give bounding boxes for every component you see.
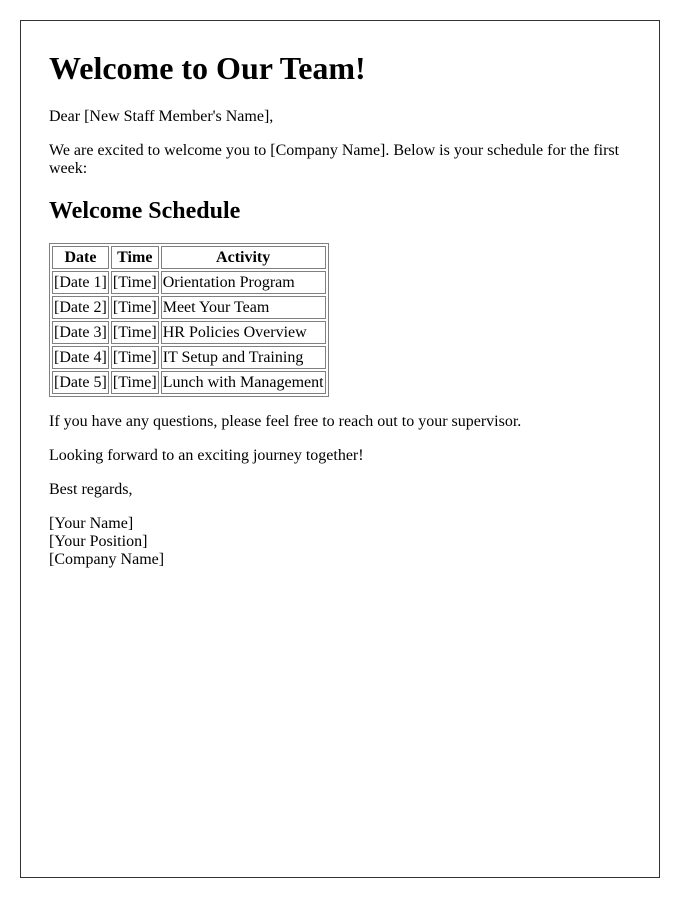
table-row: [Date 3] [Time] HR Policies Overview [52, 321, 326, 344]
cell-time: [Time] [110, 371, 159, 394]
closing-line: Looking forward to an exciting journey t… [49, 447, 364, 464]
signature-name: [Your Name] [49, 515, 134, 532]
greeting: Dear [New Staff Member's Name], [49, 108, 274, 125]
questions-paragraph: If you have any questions, please feel f… [49, 413, 522, 430]
cell-time: [Time] [110, 346, 159, 369]
signature-block: [Your Name] [Your Position] [Company Nam… [49, 515, 631, 569]
header-time: Time [110, 246, 159, 269]
cell-activity: Lunch with Management [160, 371, 326, 394]
header-activity: Activity [160, 246, 326, 269]
table-row: [Date 5] [Time] Lunch with Management [52, 371, 326, 394]
signature-company: [Company Name] [49, 551, 165, 568]
signature-position: [Your Position] [49, 533, 148, 550]
intro-paragraph: We are excited to welcome you to [Compan… [49, 142, 620, 177]
header-date: Date [52, 246, 109, 269]
table-header-row: Date Time Activity [52, 246, 326, 269]
table-row: [Date 4] [Time] IT Setup and Training [52, 346, 326, 369]
cell-activity: HR Policies Overview [160, 321, 326, 344]
cell-activity: Meet Your Team [160, 296, 326, 319]
cell-time: [Time] [110, 296, 159, 319]
cell-date: [Date 5] [52, 371, 109, 394]
cell-activity: IT Setup and Training [160, 346, 326, 369]
table-row: [Date 2] [Time] Meet Your Team [52, 296, 326, 319]
schedule-heading: Welcome Schedule [49, 198, 241, 224]
letter-title: Welcome to Our Team! [49, 50, 366, 86]
cell-date: [Date 1] [52, 271, 109, 294]
letter-container: Welcome to Our Team! Dear [New Staff Mem… [20, 20, 660, 878]
sign-off: Best regards, [49, 481, 133, 498]
table-row: [Date 1] [Time] Orientation Program [52, 271, 326, 294]
cell-date: [Date 4] [52, 346, 109, 369]
cell-time: [Time] [110, 321, 159, 344]
schedule-table: Date Time Activity [Date 1] [Time] Orien… [49, 243, 329, 397]
cell-time: [Time] [110, 271, 159, 294]
cell-date: [Date 3] [52, 321, 109, 344]
cell-date: [Date 2] [52, 296, 109, 319]
cell-activity: Orientation Program [160, 271, 326, 294]
